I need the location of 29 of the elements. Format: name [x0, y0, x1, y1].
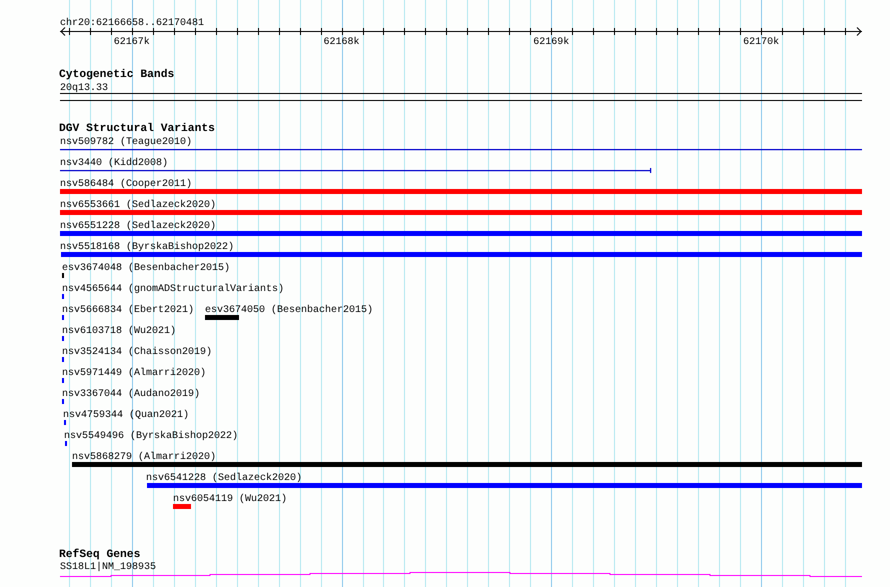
- variant-label: nsv6553661 (Sedlazeck2020): [60, 200, 216, 211]
- variant-label: esv3674050 (Besenbacher2015): [205, 305, 374, 316]
- variant-label: nsv4759344 (Quan2021): [63, 410, 190, 421]
- variant-label: nsv4565644 (gnomADStructuralVariants): [62, 284, 284, 295]
- track-title: Cytogenetic Bands: [59, 69, 174, 81]
- variant-label: nsv5666834 (Ebert2021): [62, 305, 194, 316]
- gene-label: SS18L1|NM_198935: [60, 562, 156, 573]
- variant-label: nsv5549496 (ByrskaBishop2022): [64, 431, 238, 442]
- ruler-tick-label: 62167k: [114, 37, 150, 48]
- variant-label: nsv6103718 (Wu2021): [62, 326, 176, 337]
- track-title: RefSeq Genes: [59, 549, 140, 561]
- variant-label: nsv586484 (Cooper2011): [60, 179, 192, 190]
- variant-label: nsv509782 (Teague2010): [60, 137, 192, 148]
- variant-label: nsv5971449 (Almarri2020): [62, 368, 206, 379]
- variant-label: nsv5868279 (Almarri2020): [72, 452, 216, 463]
- variant-label: nsv3367044 (Audano2019): [62, 389, 200, 400]
- ruler-tick-label: 62168k: [324, 37, 360, 48]
- variant-label: nsv5518168 (ByrskaBishop2022): [60, 242, 234, 253]
- variant-label: nsv6054119 (Wu2021): [173, 494, 288, 505]
- variant-label: nsv6541228 (Sedlazeck2020): [146, 473, 302, 484]
- band-label: 20q13.33: [60, 83, 108, 94]
- variant-label: nsv3440 (Kidd2008): [60, 158, 168, 169]
- location-label: chr20:62166658..62170481: [60, 18, 204, 29]
- ruler-tick-label: 62170k: [743, 37, 780, 48]
- variant-label: nsv6551228 (Sedlazeck2020): [60, 221, 216, 232]
- ruler-tick-label: 62169k: [533, 37, 570, 48]
- track-title: DGV Structural Variants: [59, 123, 215, 135]
- variant-label: nsv3524134 (Chaisson2019): [62, 347, 212, 358]
- variant-label: esv3674048 (Besenbacher2015): [62, 263, 230, 274]
